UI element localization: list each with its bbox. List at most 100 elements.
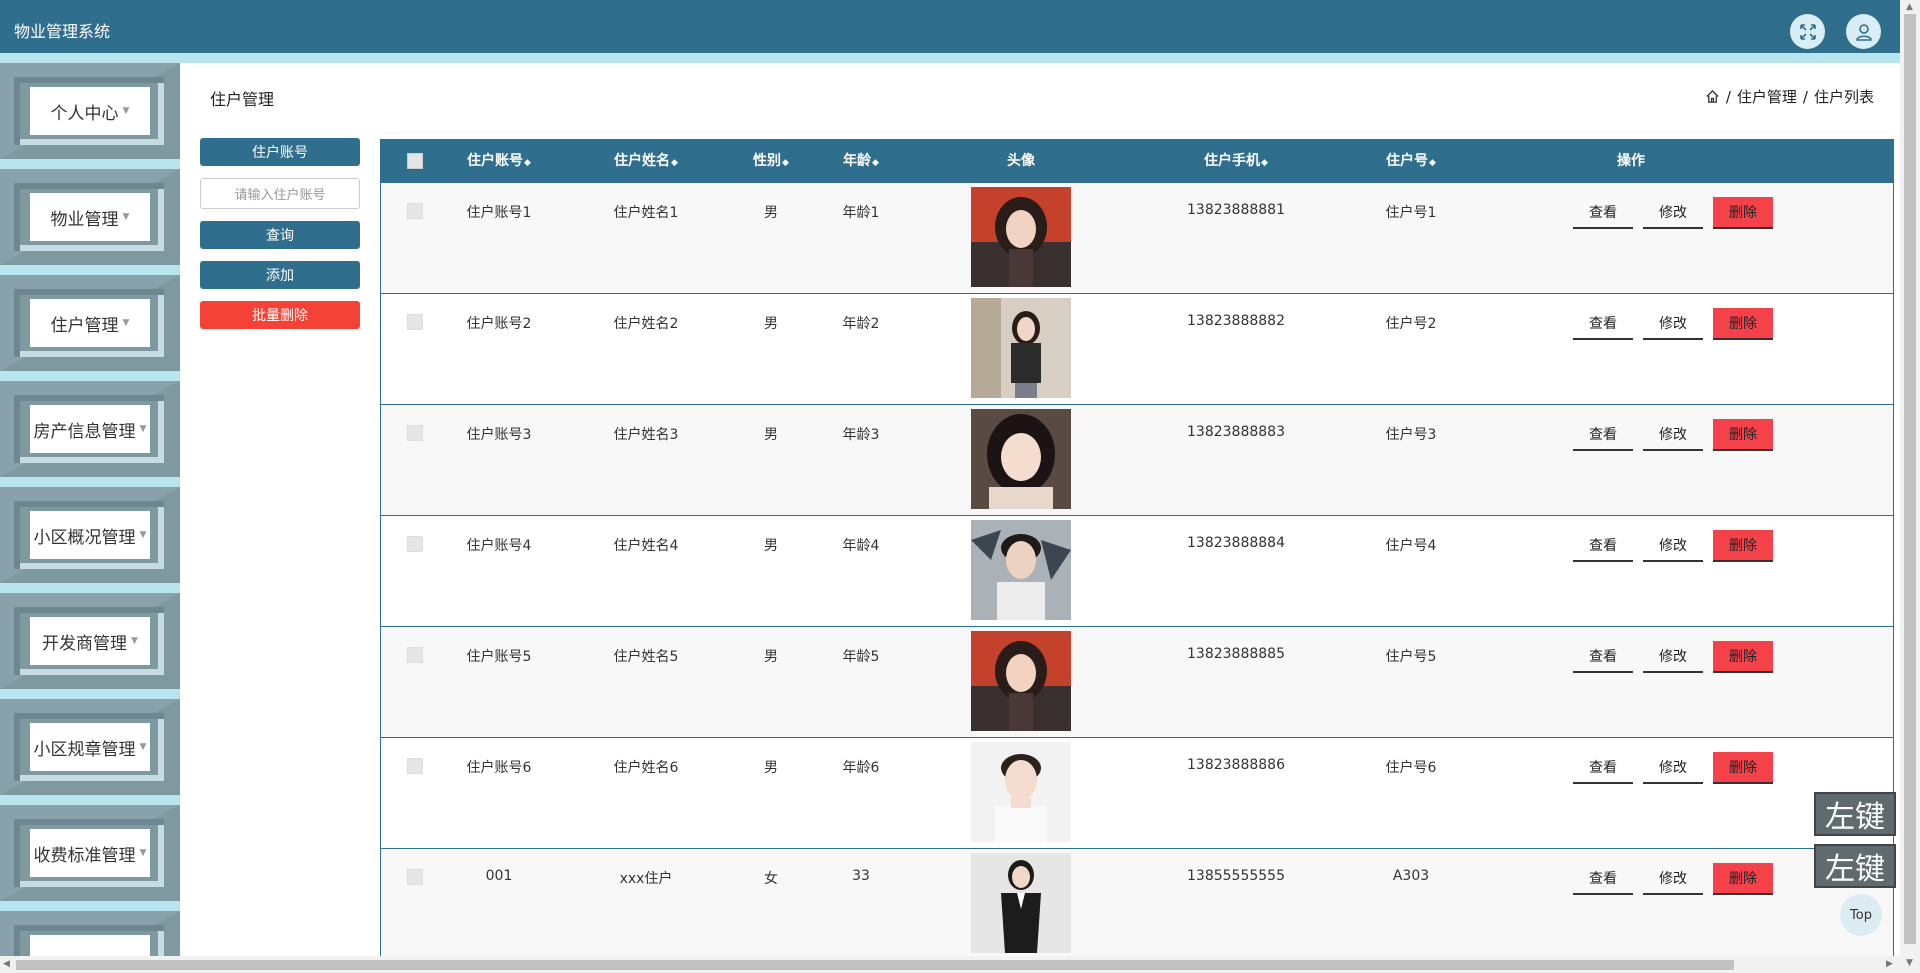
sidebar-item-property[interactable]: 物业管理 ▼ bbox=[0, 169, 180, 265]
table-row: 住户账号3 住户姓名3 男 年龄3 13823888883 住户号3 查看 修改… bbox=[381, 405, 1893, 516]
delete-button[interactable]: 删除 bbox=[1713, 752, 1773, 784]
sidebar-item-developers[interactable]: 开发商管理 ▼ bbox=[0, 593, 180, 689]
scroll-right-icon[interactable]: ▶ bbox=[1886, 959, 1893, 969]
sidebar-item-button[interactable]: 物业管理 ▼ bbox=[30, 193, 150, 241]
cell-gender: 男 bbox=[764, 205, 778, 221]
cell-phone: 13855555555 bbox=[1187, 868, 1285, 884]
cell-account: 001 bbox=[485, 868, 513, 884]
sidebar-item-button[interactable] bbox=[30, 935, 150, 956]
horizontal-scroll-thumb[interactable] bbox=[16, 960, 1734, 970]
scroll-down-icon[interactable]: ▼ bbox=[1906, 958, 1913, 968]
edit-button[interactable]: 修改 bbox=[1643, 752, 1703, 784]
column-header-name[interactable]: 住户姓名◆ bbox=[581, 139, 711, 183]
breadcrumb: / 住户管理 / 住户列表 bbox=[1705, 86, 1874, 107]
delete-button[interactable]: 删除 bbox=[1713, 419, 1773, 451]
sidebar-item-button[interactable]: 小区规章管理 ▼ bbox=[30, 723, 150, 771]
row-checkbox[interactable] bbox=[407, 758, 423, 774]
mouse-key-indicator: 左键 bbox=[1814, 792, 1896, 836]
view-button[interactable]: 查看 bbox=[1573, 752, 1633, 784]
view-button[interactable]: 查看 bbox=[1573, 308, 1633, 340]
delete-button[interactable]: 删除 bbox=[1713, 863, 1773, 895]
sidebar-item-button[interactable]: 小区概况管理 ▼ bbox=[30, 511, 150, 559]
delete-button[interactable]: 删除 bbox=[1713, 197, 1773, 229]
avatar-photo bbox=[971, 298, 1071, 398]
column-header-age[interactable]: 年龄◆ bbox=[821, 139, 901, 183]
fullscreen-button[interactable] bbox=[1790, 14, 1825, 49]
cell-unit: A303 bbox=[1392, 868, 1430, 884]
delete-button[interactable]: 删除 bbox=[1713, 530, 1773, 562]
scroll-up-icon[interactable]: ▲ bbox=[1906, 2, 1913, 12]
cell-account: 住户账号1 bbox=[466, 205, 532, 221]
edit-button[interactable]: 修改 bbox=[1643, 197, 1703, 229]
delete-button[interactable]: 删除 bbox=[1713, 641, 1773, 673]
vertical-scrollbar[interactable]: ▲ ▼ bbox=[1900, 0, 1920, 973]
table-row: 住户账号6 住户姓名6 男 年龄6 13823888886 住户号6 查看 修改… bbox=[381, 738, 1893, 849]
back-to-top-button[interactable]: Top bbox=[1840, 894, 1882, 936]
sidebar-item-button[interactable]: 个人中心 ▼ bbox=[30, 87, 150, 135]
view-button[interactable]: 查看 bbox=[1573, 530, 1633, 562]
sidebar-item-community-overview[interactable]: 小区概况管理 ▼ bbox=[0, 487, 180, 583]
user-menu-button[interactable] bbox=[1846, 14, 1881, 49]
row-checkbox[interactable] bbox=[407, 647, 423, 663]
sidebar-item-fee-standards[interactable]: 收费标准管理 ▼ bbox=[0, 805, 180, 901]
sidebar-item-partial[interactable] bbox=[0, 911, 180, 956]
sidebar-item-button[interactable]: 开发商管理 ▼ bbox=[30, 617, 150, 665]
view-button[interactable]: 查看 bbox=[1573, 641, 1633, 673]
row-checkbox[interactable] bbox=[407, 314, 423, 330]
sidebar-item-community-rules[interactable]: 小区规章管理 ▼ bbox=[0, 699, 180, 795]
edit-button[interactable]: 修改 bbox=[1643, 419, 1703, 451]
sidebar-item-button[interactable]: 收费标准管理 ▼ bbox=[30, 829, 150, 877]
home-icon[interactable] bbox=[1705, 89, 1720, 104]
row-checkbox[interactable] bbox=[407, 536, 423, 552]
breadcrumb-separator: / bbox=[1802, 87, 1808, 106]
avatar-photo bbox=[971, 853, 1071, 953]
cell-account: 住户账号6 bbox=[466, 760, 532, 776]
sort-icon: ◆ bbox=[1261, 158, 1268, 168]
avatar-photo bbox=[971, 520, 1071, 620]
view-button[interactable]: 查看 bbox=[1573, 863, 1633, 895]
column-header-unit[interactable]: 住户号◆ bbox=[1361, 139, 1461, 183]
sidebar-item-estate-info[interactable]: 房产信息管理 ▼ bbox=[0, 381, 180, 477]
sidebar: 个人中心 ▼ 物业管理 ▼ 住户管理 ▼ 房产信息管理 ▼ 小区概况管理 ▼ 开发商管理 ▼… bbox=[0, 63, 180, 956]
cell-phone: 13823888882 bbox=[1187, 313, 1285, 329]
account-search-input[interactable]: 请输入住户账号 bbox=[200, 178, 360, 209]
cell-name: 住户姓名4 bbox=[613, 538, 679, 554]
sidebar-item-residents[interactable]: 住户管理 ▼ bbox=[0, 275, 180, 371]
cell-phone: 13823888883 bbox=[1187, 424, 1285, 440]
edit-button[interactable]: 修改 bbox=[1643, 530, 1703, 562]
batch-delete-button[interactable]: 批量删除 bbox=[200, 301, 360, 329]
view-button[interactable]: 查看 bbox=[1573, 419, 1633, 451]
edit-button[interactable]: 修改 bbox=[1643, 641, 1703, 673]
select-all-checkbox[interactable] bbox=[407, 153, 423, 169]
sort-icon: ◆ bbox=[782, 158, 789, 168]
breadcrumb-item[interactable]: 住户管理 bbox=[1737, 86, 1797, 107]
user-icon bbox=[1855, 23, 1872, 41]
cell-account: 住户账号4 bbox=[466, 538, 532, 554]
row-checkbox[interactable] bbox=[407, 869, 423, 885]
row-checkbox[interactable] bbox=[407, 425, 423, 441]
sidebar-item-label: 房产信息管理 bbox=[33, 421, 136, 442]
resident-table: 住户账号◆ 住户姓名◆ 性别◆ 年龄◆ 头像 住户手机◆ 住户号◆ 操作 住户账… bbox=[380, 139, 1894, 957]
sidebar-item-button[interactable]: 住户管理 ▼ bbox=[30, 299, 150, 347]
vertical-scroll-thumb[interactable] bbox=[1904, 14, 1916, 944]
column-header-gender[interactable]: 性别◆ bbox=[741, 139, 801, 183]
horizontal-scrollbar[interactable]: ◀ ▶ bbox=[0, 956, 1900, 973]
edit-button[interactable]: 修改 bbox=[1643, 863, 1703, 895]
add-button[interactable]: 添加 bbox=[200, 261, 360, 289]
view-button[interactable]: 查看 bbox=[1573, 197, 1633, 229]
cell-phone: 13823888881 bbox=[1187, 202, 1285, 218]
delete-button[interactable]: 删除 bbox=[1713, 308, 1773, 340]
edit-button[interactable]: 修改 bbox=[1643, 308, 1703, 340]
query-button[interactable]: 查询 bbox=[200, 221, 360, 249]
column-header-phone[interactable]: 住户手机◆ bbox=[1161, 139, 1311, 183]
column-header-avatar: 头像 bbox=[1007, 153, 1035, 169]
avatar-photo bbox=[971, 631, 1071, 731]
account-field-label: 住户账号 bbox=[200, 138, 360, 166]
scroll-left-icon[interactable]: ◀ bbox=[3, 959, 10, 969]
sidebar-item-button[interactable]: 房产信息管理 ▼ bbox=[30, 405, 150, 453]
row-checkbox[interactable] bbox=[407, 203, 423, 219]
column-header-account[interactable]: 住户账号◆ bbox=[441, 139, 557, 183]
avatar-photo bbox=[971, 409, 1071, 509]
cell-unit: 住户号1 bbox=[1385, 205, 1437, 221]
sidebar-item-personal-center[interactable]: 个人中心 ▼ bbox=[0, 63, 180, 159]
